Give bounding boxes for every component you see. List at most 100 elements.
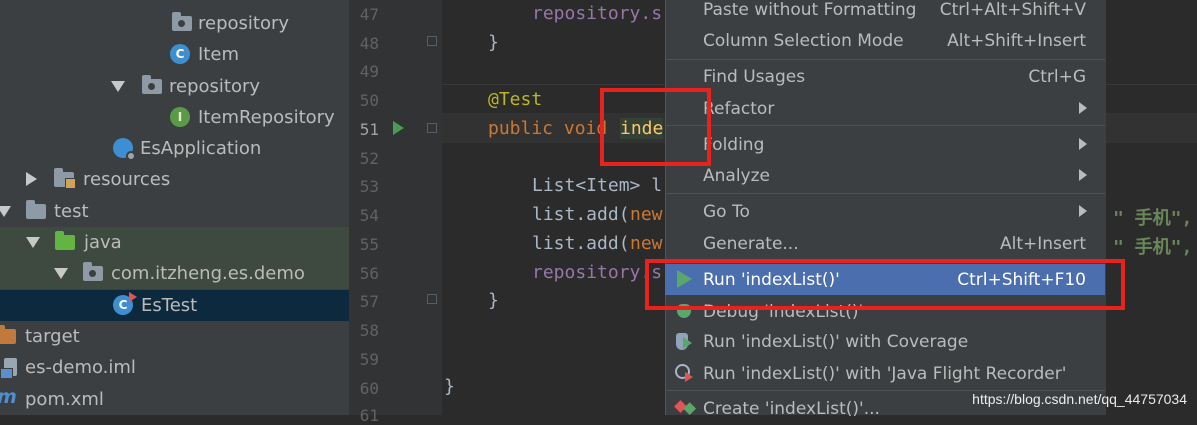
submenu-arrow-icon <box>1079 138 1087 150</box>
menu-item-shortcut: Ctrl+Alt+Shift+V <box>939 0 1086 20</box>
menu-item-label: Analyze <box>703 165 770 186</box>
tree-item-item-class[interactable]: C Item <box>0 39 349 70</box>
code-line-50: @Test <box>488 89 543 110</box>
line-number: 59 <box>359 350 379 369</box>
tree-item-java[interactable]: java <box>0 227 349 258</box>
project-tree: repository C Item repository I ItemRepos… <box>0 0 349 415</box>
chevron-down-icon[interactable] <box>54 268 68 279</box>
package-icon <box>83 262 103 281</box>
tree-item-pom[interactable]: m pom.xml <box>0 384 349 415</box>
excluded-folder-icon <box>0 325 16 344</box>
tree-item-repository-pkg-2[interactable]: repository <box>0 71 349 102</box>
code-line-60: } <box>444 376 455 397</box>
line-number: 47 <box>359 5 379 24</box>
resources-folder-icon <box>54 168 76 189</box>
menu-item-label: Run 'indexList()' with 'Java Flight Reco… <box>703 363 1067 384</box>
menu-item-column-selection-mode[interactable]: Column Selection Mode Alt+Shift+Insert <box>665 25 1105 56</box>
menu-item-generate[interactable]: Generate... Alt+Insert <box>665 228 1105 259</box>
run-gutter-icon[interactable] <box>393 121 404 135</box>
line-number: 61 <box>359 406 379 425</box>
menu-item-go-to[interactable]: Go To <box>665 196 1105 227</box>
line-number: 53 <box>359 177 379 196</box>
menu-item-label: Run 'indexList()' with Coverage <box>703 331 969 352</box>
tree-item-resources[interactable]: resources <box>0 164 349 195</box>
annotation-box-run-item <box>645 259 1125 310</box>
chevron-down-icon[interactable] <box>0 206 11 217</box>
line-number: 52 <box>359 149 379 168</box>
code-line-57: } <box>488 290 499 311</box>
tree-item-itemrepository[interactable]: I ItemRepository <box>0 102 349 133</box>
tree-item-iml[interactable]: es-demo.iml <box>0 352 349 383</box>
tree-item-label: test <box>54 201 89 222</box>
code-line-51-keywords: public void <box>488 118 619 139</box>
tree-item-package[interactable]: com.itzheng.es.demo <box>0 258 349 289</box>
chevron-down-icon[interactable] <box>26 237 40 248</box>
line-number: 58 <box>359 321 379 340</box>
menu-item-shortcut: Ctrl+G <box>1028 66 1086 87</box>
menu-separator <box>665 193 1105 194</box>
code-line-56: repository.s <box>532 262 663 283</box>
chevron-right-icon[interactable] <box>26 172 37 186</box>
tree-item-estest[interactable]: C EsTest <box>0 290 349 321</box>
flight-recorder-icon <box>675 364 693 382</box>
menu-item-analyze[interactable]: Analyze <box>665 160 1105 191</box>
tree-item-label: es-demo.iml <box>25 357 136 378</box>
fold-marker-icon[interactable] <box>427 123 437 133</box>
line-number: 50 <box>359 91 379 110</box>
menu-item-label: Folding <box>703 134 765 155</box>
tree-item-repository-pkg[interactable]: repository <box>0 8 349 39</box>
menu-item-run-with-coverage[interactable]: Run 'indexList()' with Coverage <box>665 326 1105 357</box>
line-number: 51 <box>359 120 379 139</box>
menu-item-label: Column Selection Mode <box>703 30 904 51</box>
menu-item-refactor[interactable]: Refactor <box>665 93 1105 124</box>
menu-item-paste-without-formatting[interactable]: Paste without Formatting Ctrl+Alt+Shift+… <box>665 0 1105 25</box>
menu-item-run-with-jfr[interactable]: Run 'indexList()' with 'Java Flight Reco… <box>665 358 1105 389</box>
code-line-55-new: new <box>630 233 663 254</box>
menu-item-label: Go To <box>703 201 750 222</box>
class-icon: C <box>170 44 190 64</box>
code-line-55: list.add( <box>532 233 630 254</box>
fold-marker-icon[interactable] <box>427 294 437 304</box>
maven-icon: m <box>0 386 17 408</box>
line-number: 57 <box>359 292 379 311</box>
menu-item-label: Create 'indexList()'... <box>703 398 880 419</box>
line-number: 48 <box>359 34 379 53</box>
test-source-folder-icon <box>55 231 75 250</box>
tree-item-label: com.itzheng.es.demo <box>111 263 305 284</box>
menu-item-label: Find Usages <box>703 66 806 87</box>
tree-item-label: repository <box>169 76 261 97</box>
module-file-icon <box>0 358 17 379</box>
tree-item-esapplication[interactable]: EsApplication <box>0 133 349 164</box>
code-line-48: } <box>488 32 499 53</box>
tree-item-label: resources <box>83 169 171 190</box>
tree-item-test[interactable]: test <box>0 196 349 227</box>
menu-item-label: Paste without Formatting <box>703 0 917 20</box>
code-line-54: list.add( <box>532 204 630 225</box>
tree-item-target[interactable]: target <box>0 321 349 352</box>
tree-item-label: EsApplication <box>140 138 262 159</box>
menu-item-label: Generate... <box>703 233 799 254</box>
coverage-icon <box>676 333 692 350</box>
line-number: 60 <box>359 379 379 398</box>
code-line-47: repository.s <box>532 3 663 24</box>
menu-item-find-usages[interactable]: Find Usages Ctrl+G <box>665 61 1105 92</box>
code-line-55-string: " 手机", <box>1113 237 1193 258</box>
menu-separator <box>665 59 1105 60</box>
menu-item-shortcut: Alt+Shift+Insert <box>947 30 1086 51</box>
tree-item-label: ItemRepository <box>198 107 335 128</box>
code-line-53: List<Item> l <box>532 175 663 196</box>
line-number: 54 <box>359 206 379 225</box>
line-number: 55 <box>359 235 379 254</box>
test-class-icon: C <box>113 292 137 315</box>
chevron-down-icon[interactable] <box>111 81 125 92</box>
menu-separator <box>665 125 1105 126</box>
tree-item-label: java <box>84 232 122 253</box>
interface-icon: I <box>170 107 190 127</box>
fold-marker-icon[interactable] <box>427 36 437 46</box>
create-config-icon <box>674 400 687 413</box>
line-number: 49 <box>359 62 379 81</box>
spring-boot-app-icon <box>113 138 136 161</box>
tree-item-label: EsTest <box>141 295 198 316</box>
folder-icon <box>26 200 46 219</box>
menu-item-folding[interactable]: Folding <box>665 129 1105 160</box>
